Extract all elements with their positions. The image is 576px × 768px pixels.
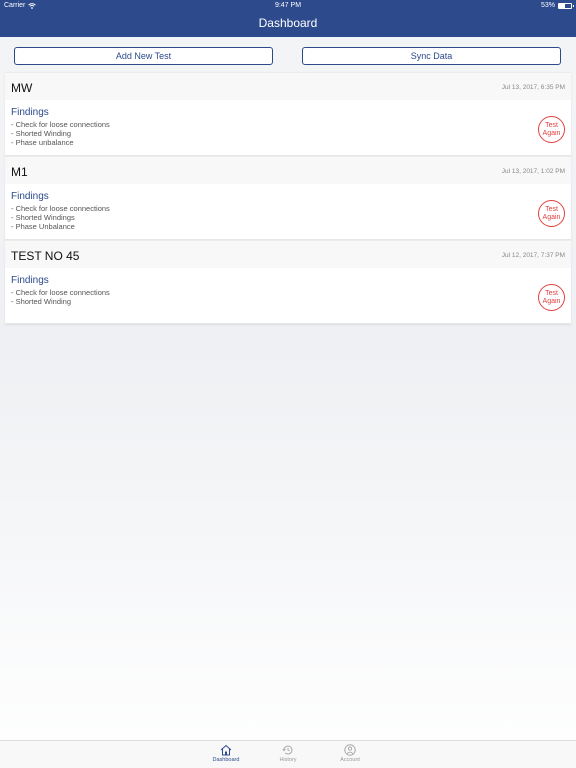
finding-item: - Phase Unbalance bbox=[11, 222, 75, 231]
findings-list: - Check for loose connections - Shorted W… bbox=[11, 288, 110, 306]
test-again-button[interactable]: Test Again bbox=[538, 116, 565, 143]
test-again-label-line2: Again bbox=[542, 297, 561, 305]
finding-item: - Shorted Windings bbox=[11, 213, 75, 222]
account-icon bbox=[344, 744, 356, 756]
finding-item: - Shorted Winding bbox=[11, 129, 72, 138]
test-card-header[interactable]: M1 Jul 13, 2017, 1:02 PM bbox=[5, 156, 571, 184]
test-list: MW Jul 13, 2017, 6:35 PM Findings - Chec… bbox=[5, 72, 571, 324]
add-new-test-button[interactable]: Add New Test bbox=[14, 47, 273, 65]
test-card-body[interactable]: Findings - Check for loose connections - … bbox=[5, 100, 571, 156]
test-again-label: Test Again bbox=[543, 122, 561, 138]
findings-label: Findings bbox=[11, 275, 49, 286]
battery-fill bbox=[559, 4, 566, 8]
finding-item: - Check for loose connections bbox=[11, 204, 110, 213]
findings-list: - Check for loose connections - Shorted W… bbox=[11, 204, 110, 231]
test-again-label-line2: Again bbox=[542, 129, 561, 137]
battery-icon bbox=[558, 3, 574, 9]
status-time: 9:47 PM bbox=[274, 2, 302, 9]
tab-dashboard[interactable]: Dashboard bbox=[196, 743, 256, 763]
test-again-label: Test Again bbox=[543, 206, 561, 222]
test-again-label-line1: Test bbox=[545, 289, 558, 297]
test-date: Jul 13, 2017, 1:02 PM bbox=[501, 168, 565, 175]
test-card-header[interactable]: TEST NO 45 Jul 12, 2017, 7:37 PM bbox=[5, 240, 571, 268]
sync-data-button[interactable]: Sync Data bbox=[302, 47, 561, 65]
history-icon bbox=[282, 745, 293, 755]
test-again-label-line2: Again bbox=[542, 213, 561, 221]
finding-item: - Shorted Winding bbox=[11, 297, 72, 306]
test-date: Jul 13, 2017, 6:35 PM bbox=[501, 84, 565, 91]
test-card-header[interactable]: MW Jul 13, 2017, 6:35 PM bbox=[5, 72, 571, 100]
action-row: Add New Test Sync Data bbox=[0, 37, 576, 71]
nav-header: Carrier 9:47 PM 53% Dashboard bbox=[0, 0, 576, 37]
test-card-body[interactable]: Findings - Check for loose connections - … bbox=[5, 268, 571, 324]
test-date: Jul 12, 2017, 7:37 PM bbox=[501, 252, 565, 259]
tab-history-label: History bbox=[279, 757, 297, 763]
tab-account-label: Account bbox=[340, 757, 360, 763]
findings-list: - Check for loose connections - Shorted W… bbox=[11, 120, 110, 147]
status-right: 53% bbox=[540, 0, 574, 12]
tab-dashboard-label: Dashboard bbox=[212, 757, 240, 763]
battery-percent: 53% bbox=[540, 2, 555, 9]
test-again-label-line1: Test bbox=[545, 121, 558, 129]
test-again-label: Test Again bbox=[543, 290, 561, 306]
test-name: M1 bbox=[11, 165, 28, 179]
findings-label: Findings bbox=[11, 107, 49, 118]
test-again-button[interactable]: Test Again bbox=[538, 200, 565, 227]
tab-account[interactable]: Account bbox=[320, 743, 380, 763]
tab-bar: Dashboard History Account bbox=[0, 740, 576, 768]
tab-history[interactable]: History bbox=[258, 743, 318, 763]
finding-item: - Check for loose connections bbox=[11, 120, 110, 129]
test-name: TEST NO 45 bbox=[11, 249, 80, 263]
test-card-body[interactable]: Findings - Check for loose connections - … bbox=[5, 184, 571, 240]
home-icon bbox=[220, 744, 232, 756]
findings-label: Findings bbox=[11, 191, 49, 202]
test-name: MW bbox=[11, 81, 33, 95]
status-bar: Carrier 9:47 PM 53% bbox=[0, 0, 576, 12]
finding-item: - Phase unbalance bbox=[11, 138, 74, 147]
test-again-button[interactable]: Test Again bbox=[538, 284, 565, 311]
page-title: Dashboard bbox=[258, 16, 318, 30]
finding-item: - Check for loose connections bbox=[11, 288, 110, 297]
test-again-label-line1: Test bbox=[545, 205, 558, 213]
